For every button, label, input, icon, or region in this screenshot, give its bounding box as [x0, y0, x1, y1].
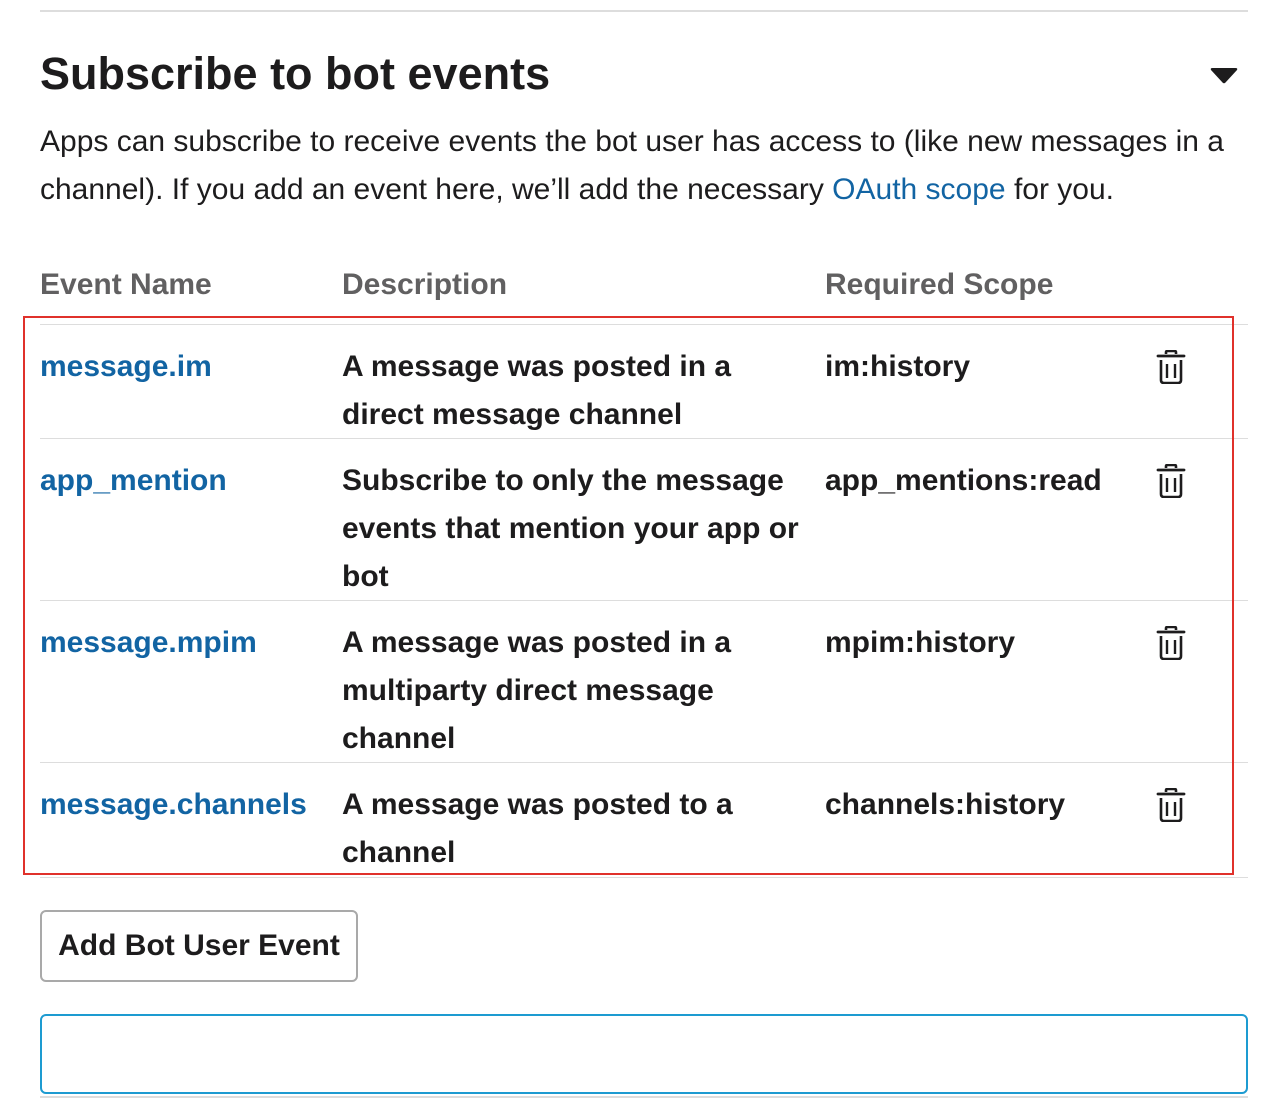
event-name-link[interactable]: message.channels: [40, 781, 307, 829]
column-header-description: Description: [342, 268, 508, 301]
bottom-divider: [40, 1096, 1248, 1098]
trash-icon: [1156, 788, 1186, 822]
event-scope: channels:history: [825, 788, 1066, 821]
row-divider: [40, 438, 1248, 439]
event-name-link[interactable]: app_mention: [40, 457, 227, 505]
trash-icon: [1156, 464, 1186, 498]
delete-event-button[interactable]: [1152, 347, 1190, 387]
section-title: Subscribe to bot events: [40, 48, 551, 99]
event-description: A message was posted in a multiparty dir…: [342, 626, 732, 755]
event-scope: im:history: [825, 350, 971, 383]
trash-icon: [1156, 350, 1186, 384]
oauth-scope-link[interactable]: OAuth scope: [832, 173, 1005, 206]
delete-event-button[interactable]: [1152, 461, 1190, 501]
add-bot-user-event-button[interactable]: Add Bot User Event: [40, 910, 358, 982]
row-divider: [40, 600, 1248, 601]
table-bottom-divider: [40, 877, 1248, 878]
event-description: Subscribe to only the message events tha…: [342, 464, 799, 593]
table-divider: [40, 324, 1248, 325]
caret-down-icon: [1210, 68, 1238, 84]
event-name-link[interactable]: message.mpim: [40, 619, 257, 667]
event-search-input[interactable]: [40, 1014, 1248, 1094]
column-header-required-scope: Required Scope: [825, 268, 1054, 301]
event-description: A message was posted to a channel: [342, 788, 733, 869]
event-scope: app_mentions:read: [825, 464, 1102, 497]
event-description: A message was posted in a direct message…: [342, 350, 732, 431]
section-description: Apps can subscribe to receive events the…: [40, 118, 1248, 214]
collapse-toggle-button[interactable]: [1204, 60, 1244, 92]
bot-events-settings: Subscribe to bot events Apps can subscri…: [0, 0, 1268, 1102]
description-text-end: for you.: [1005, 173, 1114, 206]
delete-event-button[interactable]: [1152, 785, 1190, 825]
trash-icon: [1156, 626, 1186, 660]
row-divider: [40, 762, 1248, 763]
event-scope: mpim:history: [825, 626, 1016, 659]
event-name-link[interactable]: message.im: [40, 343, 212, 391]
top-divider: [40, 10, 1248, 12]
column-header-event-name: Event Name: [40, 268, 212, 301]
delete-event-button[interactable]: [1152, 623, 1190, 663]
